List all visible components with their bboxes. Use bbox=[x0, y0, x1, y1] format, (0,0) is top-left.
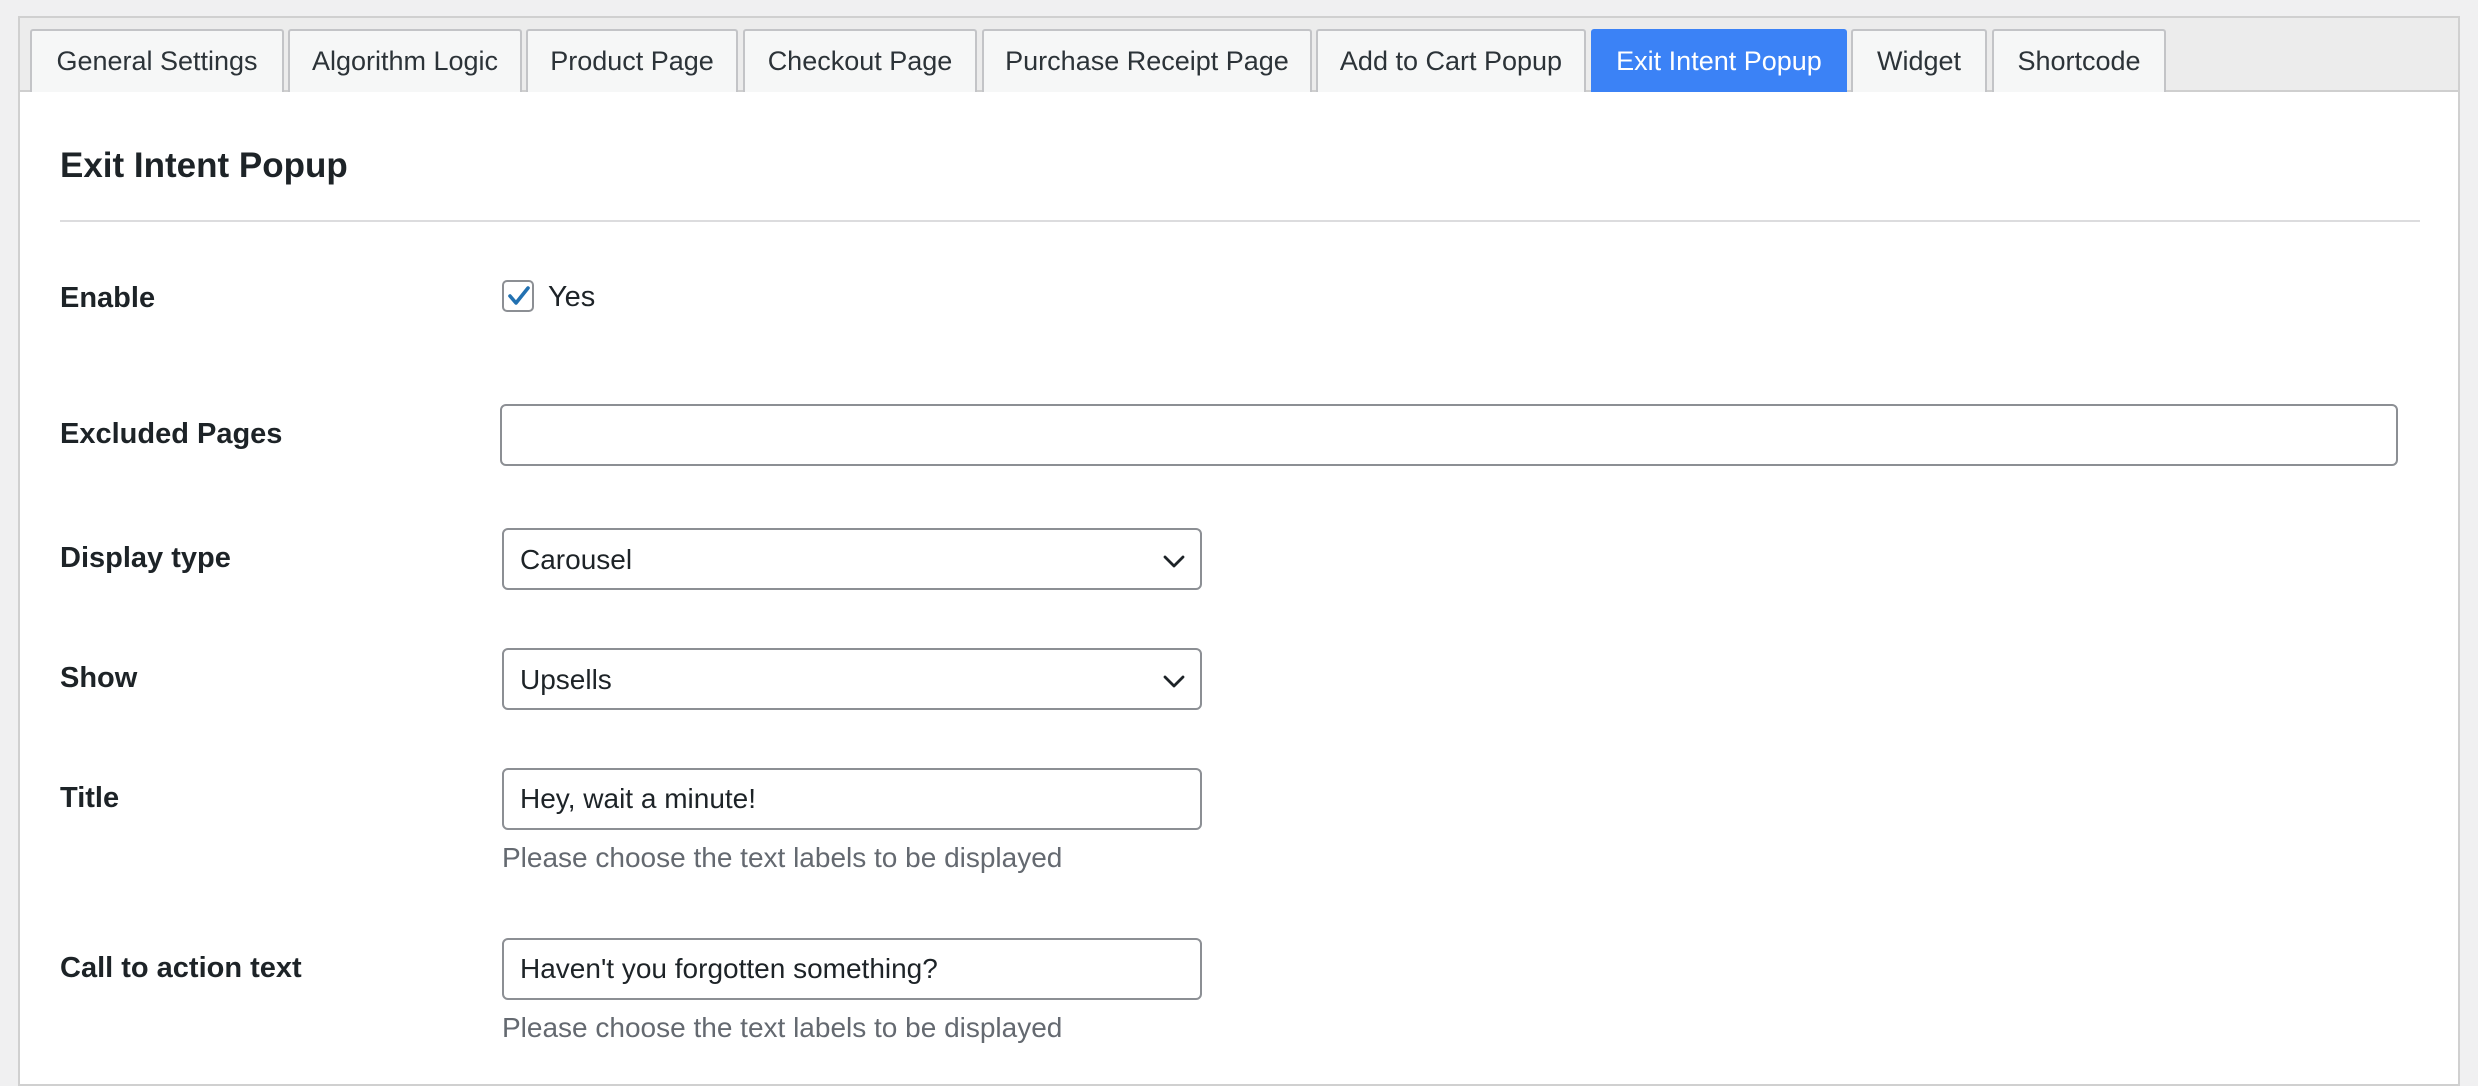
show-value: Upsells bbox=[520, 664, 612, 695]
tab-algorithm-logic[interactable]: Algorithm Logic bbox=[288, 29, 522, 92]
enable-checkbox[interactable] bbox=[502, 280, 534, 312]
checkmark-icon bbox=[508, 286, 530, 305]
tab-exit-intent-popup[interactable]: Exit Intent Popup bbox=[1591, 29, 1847, 92]
divider bbox=[60, 220, 2420, 222]
excluded-pages-input[interactable] bbox=[500, 404, 2398, 466]
display-type-label: Display type bbox=[60, 542, 231, 574]
chevron-down-icon bbox=[1163, 675, 1185, 688]
tab-bar: General Settings Algorithm Logic Product… bbox=[20, 18, 2458, 92]
tab-product-page[interactable]: Product Page bbox=[526, 29, 738, 92]
tab-add-to-cart-popup[interactable]: Add to Cart Popup bbox=[1316, 29, 1586, 92]
tab-checkout-page[interactable]: Checkout Page bbox=[743, 29, 977, 92]
display-type-select[interactable]: Carousel bbox=[502, 528, 1202, 590]
enable-label: Enable bbox=[60, 282, 156, 314]
cta-label: Call to action text bbox=[60, 952, 302, 984]
title-input[interactable] bbox=[502, 768, 1202, 830]
chevron-down-icon bbox=[1163, 555, 1185, 568]
cta-help-text: Please choose the text labels to be disp… bbox=[502, 1012, 1063, 1043]
tab-purchase-receipt-page[interactable]: Purchase Receipt Page bbox=[982, 29, 1312, 92]
title-label: Title bbox=[60, 782, 120, 814]
tab-widget[interactable]: Widget bbox=[1851, 29, 1987, 92]
enable-checkbox-label[interactable]: Yes bbox=[548, 281, 595, 314]
page-title: Exit Intent Popup bbox=[60, 146, 348, 185]
tab-shortcode[interactable]: Shortcode bbox=[1992, 29, 2166, 92]
excluded-pages-label: Excluded Pages bbox=[60, 418, 283, 450]
display-type-value: Carousel bbox=[520, 544, 633, 575]
title-help-text: Please choose the text labels to be disp… bbox=[502, 842, 1063, 873]
settings-panel: General Settings Algorithm Logic Product… bbox=[18, 16, 2460, 1086]
show-select[interactable]: Upsells bbox=[502, 648, 1202, 710]
cta-input[interactable] bbox=[502, 938, 1202, 1000]
tab-general-settings[interactable]: General Settings bbox=[30, 29, 284, 92]
show-label: Show bbox=[60, 662, 138, 694]
